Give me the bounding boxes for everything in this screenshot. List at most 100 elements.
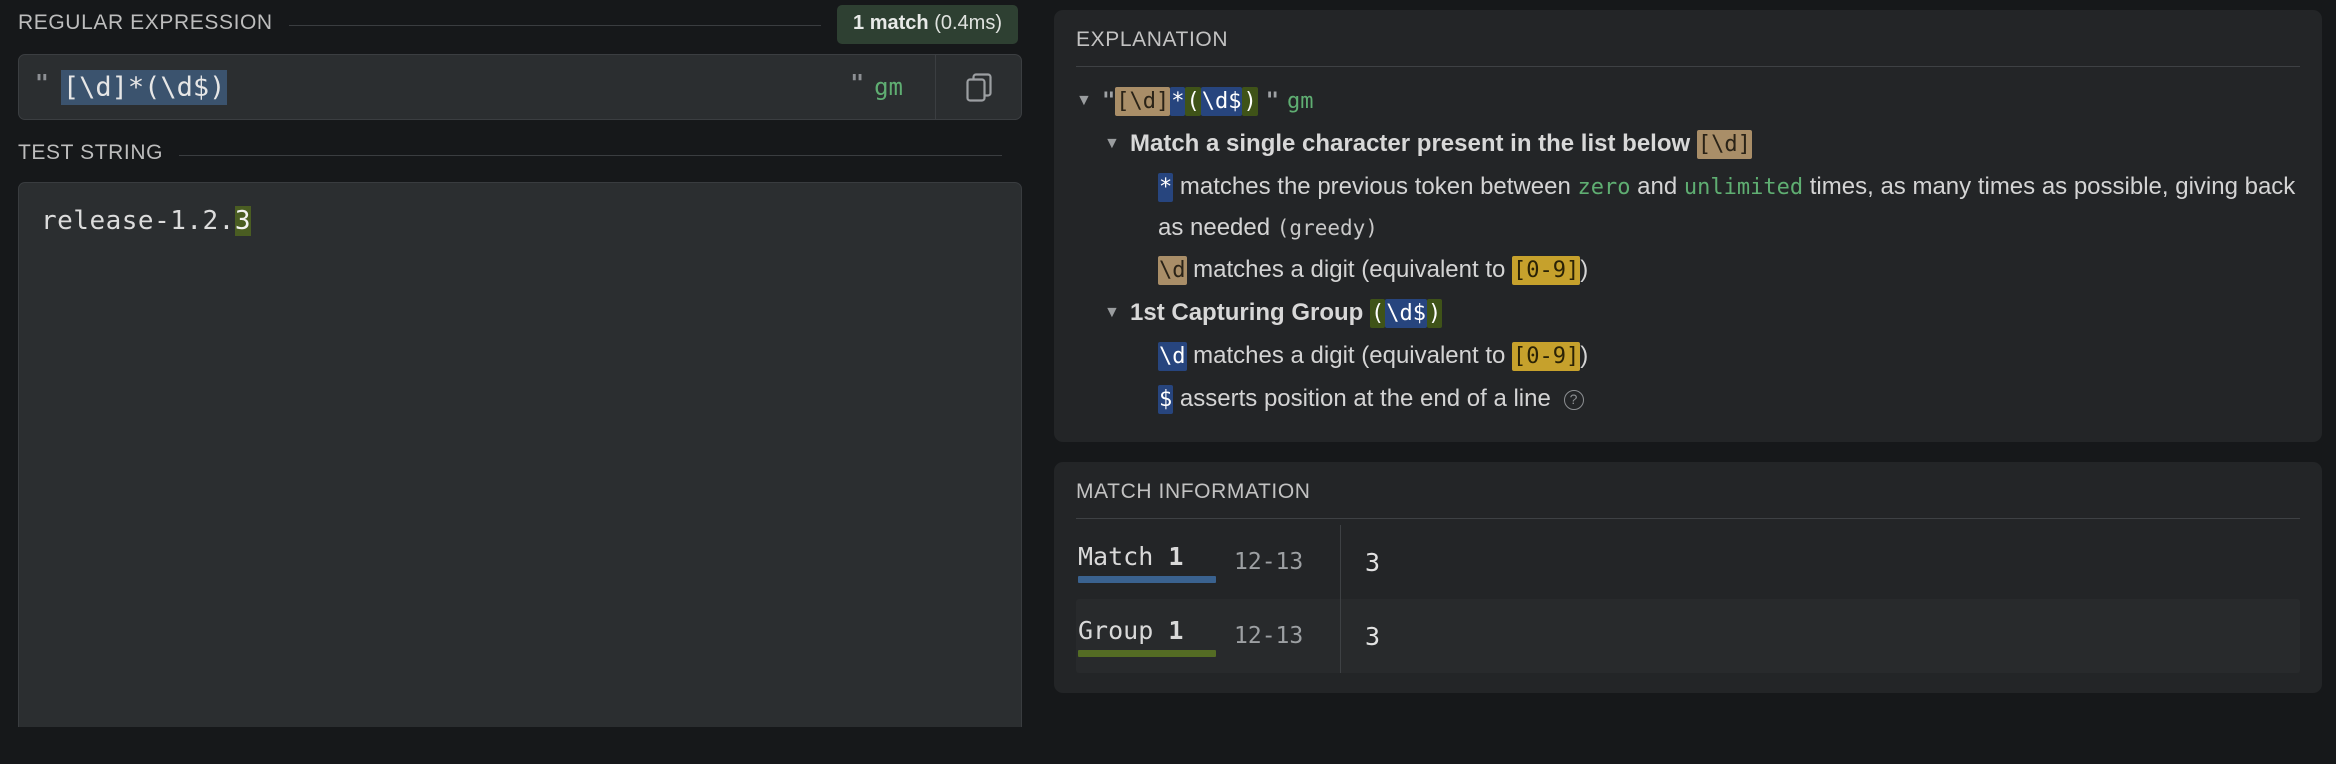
caret-spacer-digit-b: ▶ — [1132, 336, 1158, 376]
test-string-content[interactable]: release-1.2.3 — [41, 203, 999, 239]
explanation-tree: ▼ "[\d]*(\d$) " gm ▼ Match a single charac… — [1054, 67, 2322, 420]
group-label: Group 1 — [1078, 616, 1183, 645]
capturing-group-token-wrap: (\d$) — [1370, 299, 1443, 328]
match-count: 1 match — [853, 11, 929, 34]
match-label-wrap: Match 1 — [1078, 542, 1228, 583]
star-text-b: and — [1637, 173, 1678, 200]
regex-quote-open: " — [35, 70, 49, 97]
help-icon[interactable]: ? — [1563, 390, 1584, 410]
root-quote-open: " — [1102, 89, 1116, 114]
test-string-match: 3 — [234, 206, 251, 236]
digit-a-node-content: \d matches a digit (equivalent to [0-9]) — [1158, 250, 2300, 291]
regular-expression-title: REGULAR EXPRESSION — [18, 11, 273, 34]
right-column: EXPLANATION ▼ "[\d]*(\d$) " gm ▼ Match a s… — [1040, 0, 2336, 764]
test-string-input[interactable]: release-1.2.3 — [18, 182, 1022, 727]
star-greedy-note: (greedy) — [1276, 216, 1378, 240]
explanation-node-anchor: ▶ $ asserts position at the end of a lin… — [1132, 379, 2300, 420]
group-label-index: 1 — [1168, 615, 1184, 645]
group-label-wrap: Group 1 — [1078, 616, 1228, 657]
star-green-unlimited: unlimited — [1683, 175, 1804, 200]
regex-flags-area[interactable]: " gm — [850, 70, 919, 101]
digit-b-text-b: ) — [1580, 342, 1589, 369]
match-label-text: Match — [1078, 541, 1154, 571]
regex-input[interactable]: [\d]*(\d$) — [60, 69, 228, 105]
star-green-zero: zero — [1577, 175, 1631, 200]
match-value: 3 — [1340, 525, 2300, 599]
digit-a-token: \d — [1158, 256, 1187, 285]
explanation-panel: EXPLANATION ▼ "[\d]*(\d$) " gm ▼ Match a s… — [1054, 10, 2322, 442]
match-time: (0.4ms) — [934, 11, 1002, 34]
match-information-panel: MATCH INFORMATION Match 1 12-13 3 Group … — [1054, 462, 2322, 693]
copy-icon — [965, 72, 992, 102]
regex-input-box[interactable]: " [\d]*(\d$) " gm — [18, 54, 1022, 120]
charclass-node-content: Match a single character present in the … — [1130, 124, 2300, 165]
regex-field[interactable]: " [\d]*(\d$) " gm — [19, 55, 935, 119]
test-string-divider — [179, 154, 1002, 156]
test-string-prefix: release-1.2. — [41, 206, 235, 236]
match-range: 12-13 — [1234, 549, 1304, 575]
match-label-index: 1 — [1168, 541, 1184, 571]
caret-spacer-anchor: ▶ — [1132, 379, 1158, 419]
match-underline-bar — [1078, 575, 1216, 583]
digit-a-text-b: ) — [1580, 256, 1589, 283]
explanation-node-digit-b: ▶ \d matches a digit (equivalent to [0-9… — [1132, 336, 2300, 377]
caret-spacer-star: ▶ — [1132, 167, 1158, 207]
root-token-star: * — [1170, 87, 1186, 116]
match-information-header: MATCH INFORMATION — [1054, 462, 2322, 519]
group-row[interactable]: Group 1 12-13 3 — [1076, 599, 2300, 673]
digit-a-text-a: matches a digit (equivalent to — [1193, 256, 1506, 283]
explanation-root-node: ▼ "[\d]*(\d$) " gm — [1076, 81, 2300, 122]
root-token-paren-open: ( — [1185, 87, 1201, 116]
regex-tester-app: REGULAR EXPRESSION 1 match (0.4ms) " [\d… — [0, 0, 2336, 764]
left-column: REGULAR EXPRESSION 1 match (0.4ms) " [\d… — [0, 0, 1040, 764]
group-value: 3 — [1340, 599, 2300, 673]
regex-section-header: REGULAR EXPRESSION 1 match (0.4ms) — [0, 0, 1040, 46]
regex-flags[interactable]: gm — [874, 73, 903, 101]
capturing-group-heading: 1st Capturing Group — [1130, 299, 1364, 326]
root-flags: gm — [1286, 89, 1314, 114]
match-row[interactable]: Match 1 12-13 3 — [1076, 525, 2300, 599]
root-node-content: "[\d]*(\d$) " gm — [1102, 81, 2300, 122]
collapse-caret-capturing-group[interactable]: ▼ — [1104, 293, 1130, 333]
match-information-table: Match 1 12-13 3 Group 1 12-13 3 — [1054, 519, 2322, 673]
cg-token-paren-close: ) — [1427, 299, 1443, 328]
root-token-digit-end: \d$ — [1200, 87, 1243, 116]
digit-a-range-token: [0-9] — [1512, 256, 1581, 285]
explanation-node-capturing-group: ▼ 1st Capturing Group (\d$) — [1104, 293, 2300, 334]
collapse-caret-charclass[interactable]: ▼ — [1104, 124, 1130, 164]
star-text-a: matches the previous token between — [1179, 173, 1571, 200]
test-string-section-header: TEST STRING — [0, 120, 1040, 176]
test-string-title: TEST STRING — [18, 141, 164, 164]
copy-regex-button[interactable] — [935, 55, 1021, 119]
anchor-token: $ — [1158, 385, 1174, 414]
cg-token-paren-open: ( — [1370, 299, 1386, 328]
root-token-paren-close: ) — [1242, 87, 1258, 116]
charclass-heading-token: [\d] — [1696, 130, 1752, 159]
capturing-group-node-content: 1st Capturing Group (\d$) — [1130, 293, 2300, 334]
match-information-title: MATCH INFORMATION — [1076, 480, 1311, 503]
star-token: * — [1158, 173, 1174, 202]
group-label-text: Group — [1078, 615, 1154, 645]
caret-spacer-digit-a: ▶ — [1132, 250, 1158, 290]
root-quote-close: " — [1265, 89, 1279, 114]
group-underline-bar — [1078, 649, 1216, 657]
root-token-charclass: [\d] — [1115, 87, 1171, 116]
explanation-node-star: ▶ * matches the previous token between z… — [1132, 167, 2300, 248]
digit-b-token: \d — [1158, 342, 1187, 371]
digit-b-text-a: matches a digit (equivalent to — [1193, 342, 1506, 369]
explanation-node-charclass: ▼ Match a single character present in th… — [1104, 124, 2300, 165]
explanation-node-digit-a: ▶ \d matches a digit (equivalent to [0-9… — [1132, 250, 2300, 291]
match-count-badge: 1 match (0.4ms) — [837, 4, 1018, 44]
explanation-header: EXPLANATION — [1054, 10, 2322, 67]
group-range: 12-13 — [1234, 623, 1304, 649]
header-divider — [288, 24, 822, 26]
star-node-content: * matches the previous token between zer… — [1158, 167, 2300, 248]
anchor-node-content: $ asserts position at the end of a line … — [1158, 379, 2300, 420]
collapse-caret-root[interactable]: ▼ — [1076, 81, 1102, 121]
anchor-text: asserts position at the end of a line — [1179, 385, 1551, 412]
explanation-title: EXPLANATION — [1076, 28, 1229, 51]
digit-b-node-content: \d matches a digit (equivalent to [0-9]) — [1158, 336, 2300, 377]
regex-quote-close: " — [850, 70, 865, 97]
match-label: Match 1 — [1078, 542, 1183, 571]
charclass-heading: Match a single character present in the … — [1130, 130, 1691, 157]
